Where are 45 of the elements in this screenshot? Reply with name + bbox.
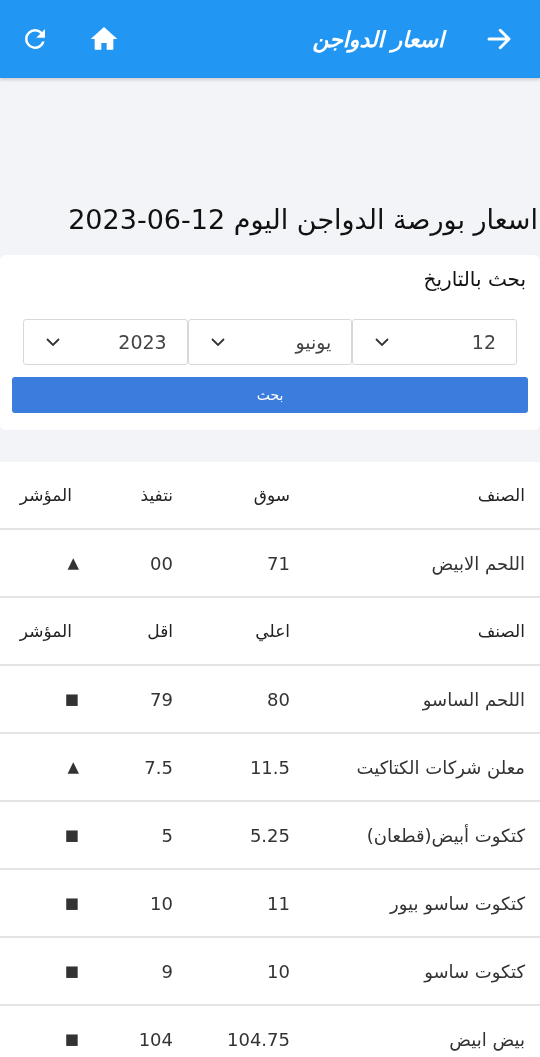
table-cell-text: 10	[266, 960, 291, 982]
table-cell-text: 104.75	[226, 1028, 291, 1050]
trend-indicator: ■	[63, 962, 80, 980]
trend-indicator: ▲	[66, 758, 80, 776]
table-cell-text: 11	[266, 892, 291, 914]
page-heading: اسعار بورصة الدواجن اليوم 12-06-2023	[68, 204, 539, 235]
table-cell-text: 11.5	[248, 756, 291, 778]
table-cell-text: 71	[266, 552, 291, 574]
table-cell-text: اللحم الساسو	[421, 688, 526, 710]
trend-indicator: ■	[63, 894, 80, 912]
table-cell-text: 80	[266, 688, 291, 710]
table-cell-text: كتكوت ساسو بيور	[388, 892, 526, 914]
table-cell-text: 5.25	[248, 824, 291, 846]
column-header: الصنف	[476, 621, 526, 641]
chevron-down-icon	[375, 338, 390, 346]
column-header: نتفيذ	[139, 485, 174, 505]
column-header: المؤشر	[18, 485, 73, 505]
chevron-down-icon	[46, 338, 60, 346]
column-header: اقل	[146, 621, 174, 641]
trend-indicator: ▲	[66, 554, 80, 572]
table-cell-text: 79	[149, 688, 174, 710]
date-select[interactable]: 2023	[23, 319, 188, 365]
date-select[interactable]: يونيو	[187, 319, 353, 365]
table-cell-text: 7.5	[143, 756, 174, 778]
column-header: سوق	[252, 485, 291, 505]
date-select[interactable]: 12	[352, 319, 517, 365]
column-header: المؤشر	[18, 621, 73, 641]
search-button[interactable]: بحث	[12, 377, 528, 413]
table-cell-text: 104	[137, 1028, 174, 1050]
table-cell-text: بيض ابيض	[448, 1028, 526, 1050]
trend-indicator: ■	[63, 1030, 80, 1048]
table-cell-text: اللحم الابيض	[430, 552, 526, 574]
trend-indicator: ■	[63, 826, 80, 844]
table-cell-text: 9	[160, 960, 174, 982]
column-header: اعلي	[254, 621, 291, 641]
chevron-down-icon	[210, 338, 225, 346]
column-header: الصنف	[476, 485, 526, 505]
table-cell-text: معلن شركات الكتاكيت	[355, 756, 526, 778]
table-cell-text: كتكوت ساسو	[422, 960, 526, 982]
search-label: بحث بالتاريخ	[422, 267, 527, 293]
table-cell-text: كتكوت أبيض(قطعان)	[365, 824, 526, 846]
table-cell-text: 10	[149, 892, 174, 914]
table-cell-text: 00	[149, 552, 174, 574]
table-cell-text: 5	[160, 824, 174, 846]
trend-indicator: ■	[63, 690, 80, 708]
